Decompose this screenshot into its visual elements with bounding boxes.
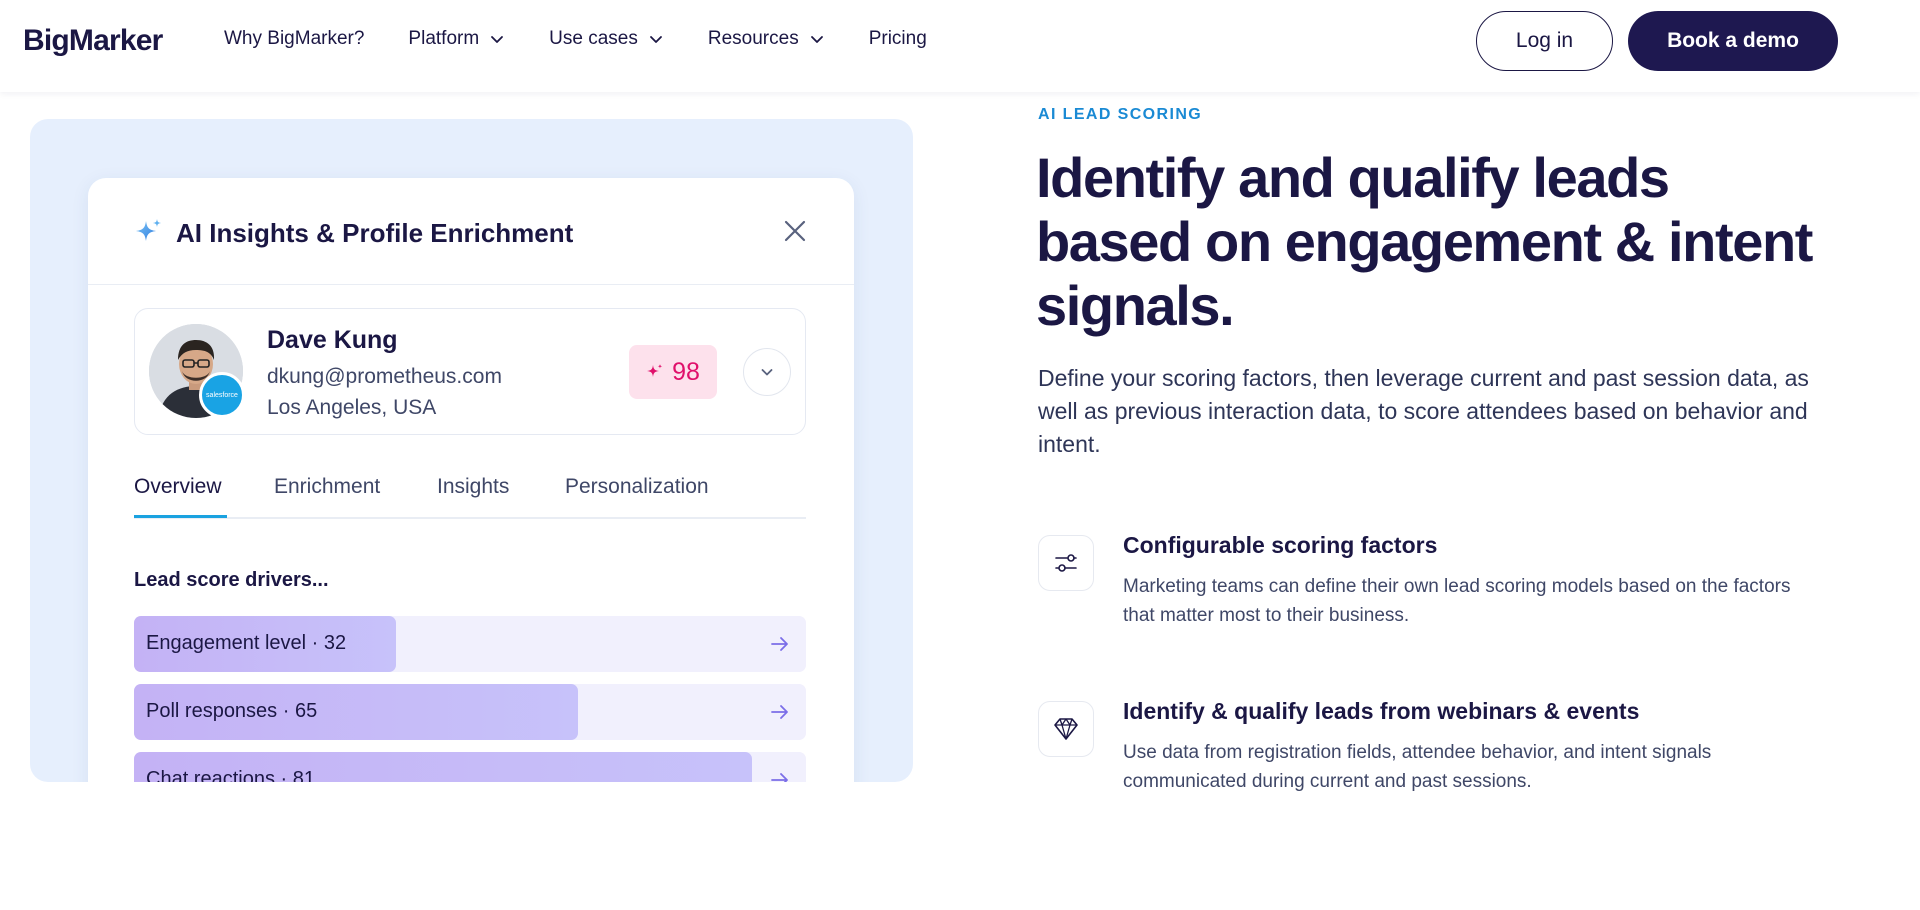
book-demo-button[interactable]: Book a demo — [1628, 11, 1838, 71]
feature-title: Configurable scoring factors — [1123, 532, 1438, 558]
ai-insights-card: AI Insights & Profile Enrichment salesfo… — [88, 178, 854, 782]
chevron-down-icon — [761, 369, 773, 376]
feature-icon-box — [1038, 535, 1094, 591]
lead-score-value: 98 — [672, 357, 700, 386]
nav-link-label: Platform — [408, 28, 480, 49]
driver-row-engagement[interactable]: Engagement level · 32 — [134, 616, 806, 672]
product-preview-panel: AI Insights & Profile Enrichment salesfo… — [30, 119, 913, 782]
lead-score-drivers-label: Lead score drivers... — [134, 569, 329, 591]
profile-location: Los Angeles, USA — [267, 396, 437, 419]
chevron-down-icon — [491, 36, 504, 43]
tab-personalization[interactable]: Personalization — [565, 475, 709, 499]
nav-links: Why BigMarker? Platform Use cases Resour… — [224, 28, 971, 50]
login-button[interactable]: Log in — [1476, 11, 1613, 71]
close-icon[interactable] — [782, 218, 808, 244]
tab-enrichment[interactable]: Enrichment — [274, 475, 380, 499]
section-headline: Identify and qualify leads based on enga… — [1036, 146, 1813, 337]
driver-label: Engagement level · 32 — [146, 632, 347, 654]
top-nav: BigMarker Why BigMarker? Platform Use ca… — [0, 0, 1920, 92]
nav-link-label: Resources — [707, 28, 799, 49]
driver-row-chat-reactions[interactable]: Chat reactions · 81 — [134, 752, 806, 782]
arrow-right-icon — [771, 637, 788, 651]
feature-icon-box — [1038, 701, 1094, 757]
tab-insights[interactable]: Insights — [437, 475, 509, 499]
nav-link-label: Why BigMarker? — [224, 28, 365, 49]
logo[interactable]: BigMarker — [23, 24, 163, 58]
driver-label: Poll responses · 65 — [146, 700, 318, 722]
arrow-right-icon — [771, 773, 788, 782]
nav-link-pricing[interactable]: Pricing — [869, 28, 927, 50]
diamond-icon — [1054, 718, 1078, 740]
profile-name: Dave Kung — [267, 326, 398, 354]
nav-link-platform[interactable]: Platform — [408, 28, 505, 50]
profile-email: dkung@prometheus.com — [267, 365, 502, 388]
card-header: AI Insights & Profile Enrichment — [88, 178, 854, 285]
chevron-down-icon — [649, 36, 662, 43]
chevron-down-icon — [810, 36, 823, 43]
nav-link-why-bigmarker[interactable]: Why BigMarker? — [224, 28, 364, 50]
lead-score-badge: 98 — [629, 345, 717, 399]
salesforce-badge: salesforce — [199, 372, 245, 418]
section-lead-text: Define your scoring factors, then levera… — [1038, 365, 1809, 457]
sparkle-icon — [647, 364, 663, 377]
feature-description: Use data from registration fields, atten… — [1123, 742, 1712, 792]
feature-title: Identify & qualify leads from webinars &… — [1123, 698, 1640, 724]
sparkle-icon — [136, 219, 161, 241]
tab-overview[interactable]: Overview — [134, 475, 222, 499]
card-title: AI Insights & Profile Enrichment — [176, 218, 574, 248]
section-eyebrow: AI LEAD SCORING — [1038, 106, 1203, 123]
nav-link-label: Pricing — [868, 28, 927, 49]
salesforce-badge-text: salesforce — [206, 391, 238, 399]
nav-link-use-cases[interactable]: Use cases — [549, 28, 664, 50]
arrow-right-icon — [771, 705, 788, 719]
driver-row-poll-responses[interactable]: Poll responses · 65 — [134, 684, 806, 740]
card-tabs: Overview Enrichment Insights Personaliza… — [134, 475, 806, 519]
driver-label: Chat reactions · 81 — [146, 768, 315, 782]
expand-profile-button[interactable] — [743, 348, 791, 396]
active-tab-indicator — [134, 515, 227, 518]
sliders-icon — [1055, 554, 1077, 572]
nav-link-label: Use cases — [549, 28, 638, 49]
nav-link-resources[interactable]: Resources — [708, 28, 825, 50]
feature-description: Marketing teams can define their own lea… — [1123, 576, 1791, 626]
profile-summary: salesforce Dave Kung dkung@prometheus.co… — [134, 308, 806, 435]
